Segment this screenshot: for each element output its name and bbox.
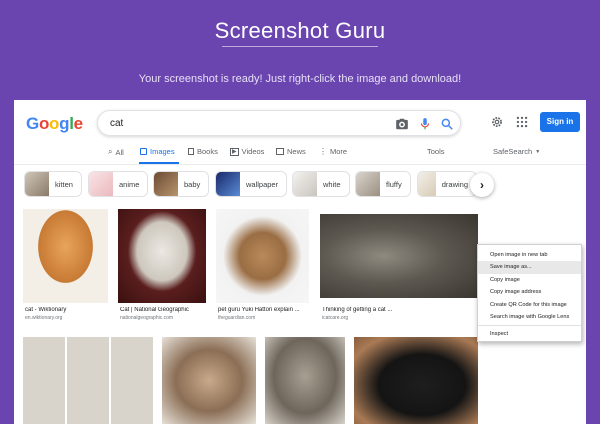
logo-letter: o (38, 114, 50, 133)
result-source: icatcare.org (322, 315, 349, 321)
tab-videos[interactable]: ▶ Videos (230, 147, 264, 156)
result-image[interactable] (162, 337, 256, 424)
chip-thumbnail (418, 172, 436, 196)
apps-grid-icon[interactable] (515, 115, 529, 129)
logo-letter: G (26, 114, 39, 133)
result-image[interactable] (118, 209, 206, 303)
search-input[interactable]: cat (110, 118, 123, 129)
menu-item-copy-image[interactable]: Copy image (478, 274, 581, 286)
result-image[interactable] (320, 214, 478, 298)
result-image[interactable] (265, 337, 345, 424)
google-logo[interactable]: Google (26, 114, 83, 134)
logo-letter: g (59, 114, 70, 133)
menu-item-qr-code[interactable]: Create QR Code for this image (478, 299, 581, 311)
title-divider (222, 46, 378, 47)
chip-fluffy[interactable]: fluffy (355, 171, 411, 197)
sign-in-button[interactable]: Sign in (540, 112, 580, 132)
tab-label: News (287, 147, 306, 156)
chip-thumbnail (356, 172, 380, 196)
play-icon: ▶ (230, 147, 239, 156)
chip-thumbnail (293, 172, 317, 196)
camera-icon[interactable] (395, 117, 409, 131)
image-icon (140, 148, 147, 155)
ready-message: Your screenshot is ready! Just right-cli… (138, 73, 462, 85)
chip-label: anime (119, 179, 140, 189)
tab-news[interactable]: News (276, 147, 306, 156)
tab-books[interactable]: Books (188, 147, 218, 156)
tab-images[interactable]: Images (140, 147, 175, 156)
chip-white[interactable]: white (292, 171, 350, 197)
tab-label: Images (150, 147, 175, 156)
chips-next-button[interactable]: › (470, 173, 494, 197)
result-caption[interactable]: pet guru Yuki Hattori explain ... (218, 307, 311, 313)
menu-item-open-new-tab[interactable]: Open image in new tab (478, 249, 581, 261)
tab-label: SafeSearch (493, 147, 533, 156)
result-source: nationalgeographic.com (120, 315, 174, 321)
search-bar[interactable]: cat (97, 110, 461, 136)
result-caption[interactable]: cat - Wiktionary (25, 307, 110, 313)
menu-divider (478, 325, 581, 327)
result-source: en.wiktionary.org (25, 315, 63, 321)
result-image[interactable] (216, 209, 309, 303)
chip-thumbnail (154, 172, 178, 196)
result-image[interactable] (23, 209, 108, 303)
chip-label: fluffy (386, 179, 402, 189)
tab-all[interactable]: ⌕ All (108, 147, 124, 157)
result-image[interactable] (23, 337, 153, 424)
tab-label: Videos (241, 147, 265, 156)
tab-label: Tools (427, 147, 445, 156)
menu-item-save-image[interactable]: Save image as... (478, 261, 581, 274)
gear-icon[interactable] (490, 115, 504, 129)
logo-letter: e (73, 114, 83, 133)
chip-label: kitten (55, 179, 73, 189)
menu-item-inspect[interactable]: Inspect (478, 328, 581, 340)
tab-label: More (330, 147, 348, 156)
safesearch-button[interactable]: SafeSearch ▼ (493, 147, 540, 156)
chip-drawing[interactable]: drawing (417, 171, 477, 197)
tab-more[interactable]: ⋮ More (319, 147, 347, 156)
chevron-right-icon: › (480, 178, 484, 192)
chip-anime[interactable]: anime (88, 171, 149, 197)
caret-down-icon: ▼ (535, 148, 541, 155)
tools-button[interactable]: Tools (427, 147, 445, 156)
menu-item-google-lens[interactable]: Search image with Google Lens (478, 311, 581, 323)
news-icon (276, 148, 284, 155)
chip-label: baby (184, 179, 201, 189)
chip-thumbnail (216, 172, 240, 196)
result-image[interactable] (354, 337, 478, 424)
tabs-divider (14, 164, 586, 165)
tab-label: Books (197, 147, 218, 156)
site-title: Screenshot Guru (214, 18, 386, 43)
result-caption[interactable]: Thinking of getting a cat ... (322, 307, 422, 313)
more-vert-icon: ⋮ (319, 147, 327, 156)
search-icon: ⌕ (108, 147, 113, 156)
search-tabs: ⌕ All Images Books ▶ Videos News ⋮ More Too… (14, 144, 586, 164)
book-icon (188, 148, 194, 155)
chip-wallpaper[interactable]: wallpaper (215, 171, 288, 197)
chip-thumbnail (25, 172, 49, 196)
chip-baby[interactable]: baby (153, 171, 210, 197)
result-caption[interactable]: Cat | National Geographic (120, 307, 210, 313)
microphone-icon[interactable] (418, 117, 432, 131)
tab-label: All (115, 147, 124, 157)
chip-label: white (323, 179, 341, 189)
logo-letter: o (49, 114, 60, 133)
context-menu: Open image in new tab Save image as... C… (477, 244, 582, 342)
search-icon[interactable] (440, 117, 454, 131)
chip-kitten[interactable]: kitten (24, 171, 82, 197)
chip-label: wallpaper (246, 179, 279, 189)
chip-thumbnail (89, 172, 113, 196)
result-source: theguardian.com (218, 315, 256, 321)
menu-item-copy-address[interactable]: Copy image address (478, 286, 581, 298)
screenshot-image[interactable]: Google cat Sign in ⌕ All Images Books ▶ Vi… (14, 100, 586, 424)
